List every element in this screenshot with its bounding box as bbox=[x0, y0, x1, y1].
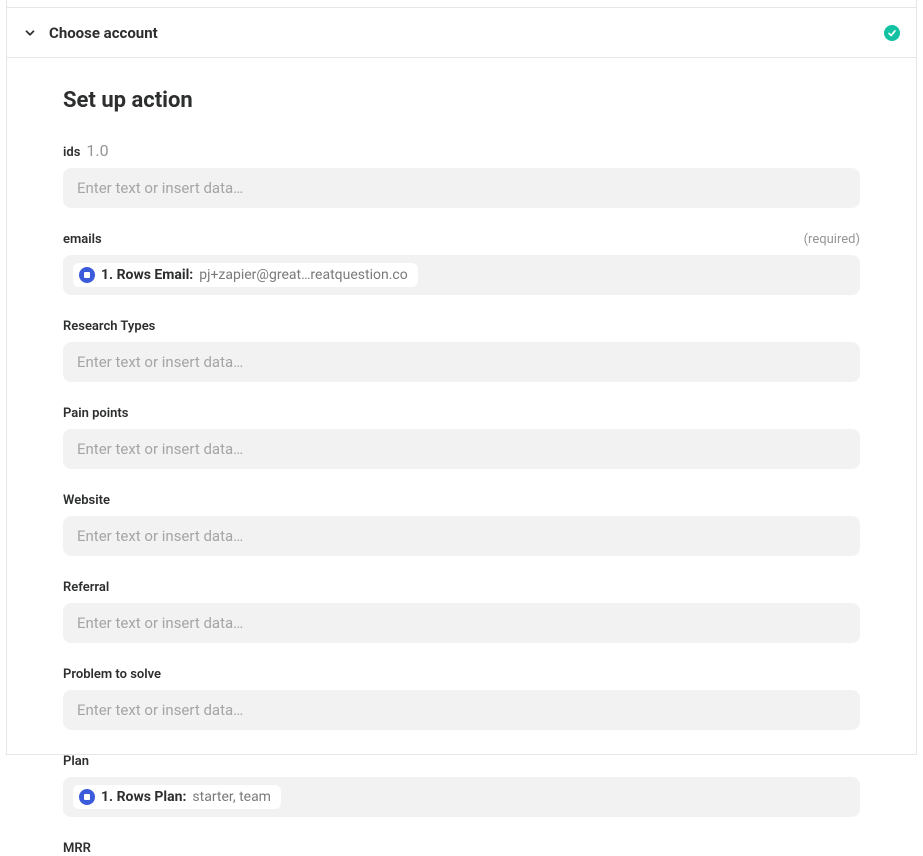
field-mrr-label: MRR bbox=[63, 841, 91, 856]
website-input[interactable]: Enter text or insert data… bbox=[63, 516, 860, 556]
problem-input[interactable]: Enter text or insert data… bbox=[63, 690, 860, 730]
research-types-placeholder: Enter text or insert data… bbox=[77, 353, 243, 371]
step-icon bbox=[79, 789, 95, 805]
field-pain-points-label: Pain points bbox=[63, 406, 128, 421]
field-website-label: Website bbox=[63, 493, 110, 508]
field-plan: Plan 1. Rows Plan: starter, team bbox=[63, 754, 860, 817]
ids-placeholder: Enter text or insert data… bbox=[77, 179, 243, 197]
field-referral: Referral Enter text or insert data… bbox=[63, 580, 860, 643]
step-icon bbox=[79, 267, 95, 283]
choose-account-row[interactable]: Choose account bbox=[7, 8, 916, 58]
referral-input[interactable]: Enter text or insert data… bbox=[63, 603, 860, 643]
choose-account-title: Choose account bbox=[49, 24, 158, 42]
field-pain-points: Pain points Enter text or insert data… bbox=[63, 406, 860, 469]
pain-points-input[interactable]: Enter text or insert data… bbox=[63, 429, 860, 469]
pain-points-placeholder: Enter text or insert data… bbox=[77, 440, 243, 458]
emails-input[interactable]: 1. Rows Email: pj+zapier@great…reatquest… bbox=[63, 255, 860, 295]
plan-pill[interactable]: 1. Rows Plan: starter, team bbox=[73, 785, 281, 809]
plan-input[interactable]: 1. Rows Plan: starter, team bbox=[63, 777, 860, 817]
chevron-down-icon bbox=[23, 26, 37, 40]
problem-placeholder: Enter text or insert data… bbox=[77, 701, 243, 719]
field-website: Website Enter text or insert data… bbox=[63, 493, 860, 556]
field-referral-label: Referral bbox=[63, 580, 109, 595]
field-ids: ids 1.0 Enter text or insert data… bbox=[63, 141, 860, 208]
field-research-types: Research Types Enter text or insert data… bbox=[63, 319, 860, 382]
field-problem: Problem to solve Enter text or insert da… bbox=[63, 667, 860, 730]
ids-input[interactable]: Enter text or insert data… bbox=[63, 168, 860, 208]
referral-placeholder: Enter text or insert data… bbox=[77, 614, 243, 632]
section-heading: Set up action bbox=[63, 88, 860, 113]
plan-pill-value: starter, team bbox=[192, 789, 271, 805]
field-ids-label: ids bbox=[63, 145, 80, 160]
website-placeholder: Enter text or insert data… bbox=[77, 527, 243, 545]
plan-pill-label: 1. Rows Plan: bbox=[101, 789, 186, 805]
field-research-types-label: Research Types bbox=[63, 319, 155, 334]
research-types-input[interactable]: Enter text or insert data… bbox=[63, 342, 860, 382]
field-plan-label: Plan bbox=[63, 754, 89, 769]
emails-pill[interactable]: 1. Rows Email: pj+zapier@great…reatquest… bbox=[73, 263, 418, 287]
emails-pill-label: 1. Rows Email: bbox=[101, 267, 193, 283]
emails-pill-value: pj+zapier@great…reatquestion.co bbox=[199, 267, 407, 283]
check-complete-icon bbox=[884, 25, 900, 41]
field-emails-required: (required) bbox=[804, 232, 860, 247]
field-ids-sublabel: 1.0 bbox=[86, 141, 108, 160]
field-emails: emails (required) 1. Rows Email: pj+zapi… bbox=[63, 232, 860, 295]
field-emails-label: emails bbox=[63, 232, 102, 247]
field-problem-label: Problem to solve bbox=[63, 667, 161, 682]
field-mrr: MRR bbox=[63, 841, 860, 856]
